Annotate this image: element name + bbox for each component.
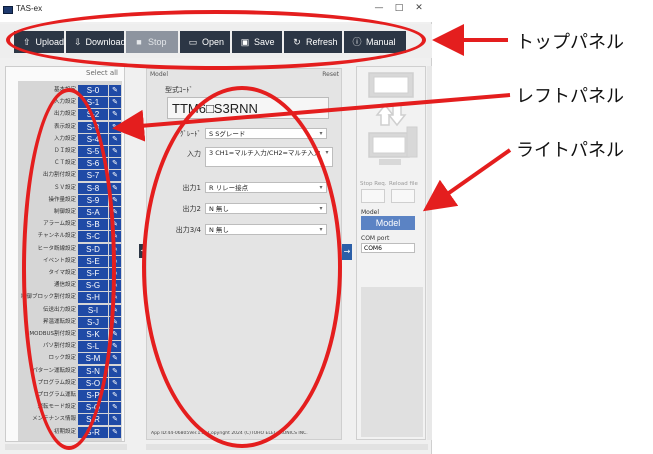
settings-code-button[interactable]: S-0 bbox=[78, 85, 108, 96]
screenshot-stage: TAS-ex — □ ✕ ⇧ Upload ⇩ Download ■ Stop … bbox=[0, 0, 653, 454]
com-port-select[interactable]: COM6 bbox=[361, 243, 415, 253]
main-horizontal-scrollbar[interactable] bbox=[146, 444, 428, 450]
edit-icon[interactable]: ✎ bbox=[109, 426, 121, 438]
edit-icon[interactable]: ✎ bbox=[109, 146, 121, 157]
edit-icon[interactable]: ✎ bbox=[109, 97, 121, 109]
edit-icon[interactable]: ✎ bbox=[109, 365, 121, 377]
stop-request-toggle[interactable] bbox=[361, 189, 385, 203]
select-all-label[interactable]: Select all bbox=[6, 67, 124, 79]
close-button[interactable]: ✕ bbox=[412, 3, 426, 13]
edit-icon[interactable]: ✎ bbox=[109, 121, 121, 133]
edit-icon[interactable]: ✎ bbox=[109, 133, 121, 145]
reload-file-toggle[interactable] bbox=[391, 189, 415, 203]
left-panel-annotation: レフトパネル bbox=[516, 86, 624, 107]
left-panel-highlight bbox=[22, 88, 116, 450]
model-code-caption: 型式ｺｰﾄﾞ bbox=[165, 86, 193, 94]
model-button[interactable]: Model bbox=[361, 216, 415, 230]
transfer-diagram-icon bbox=[368, 72, 418, 165]
center-panel-title: Model bbox=[150, 71, 169, 78]
top-panel-annotation: トップパネル bbox=[516, 32, 624, 53]
expand-right-button[interactable]: → bbox=[342, 244, 352, 260]
top-panel-highlight bbox=[6, 10, 426, 70]
app-icon bbox=[3, 6, 13, 14]
reset-link[interactable]: Reset bbox=[322, 71, 339, 78]
edit-icon[interactable]: ✎ bbox=[109, 377, 121, 389]
minimize-button[interactable]: — bbox=[372, 3, 386, 13]
right-panel-arrow bbox=[422, 148, 512, 212]
main-vertical-scrollbar[interactable] bbox=[427, 66, 432, 440]
edit-icon[interactable]: ✎ bbox=[109, 390, 121, 401]
chevron-down-icon: ▾ bbox=[325, 149, 329, 156]
com-port-label: COM port bbox=[361, 235, 390, 242]
model-section-label: Model bbox=[361, 209, 380, 216]
edit-icon[interactable]: ✎ bbox=[109, 353, 121, 365]
reload-file-label: Reload file bbox=[389, 181, 418, 187]
maximize-button[interactable]: □ bbox=[392, 3, 406, 13]
chevron-down-icon: ▾ bbox=[319, 130, 323, 137]
right-panel-annotation: ライトパネル bbox=[516, 140, 624, 161]
edit-icon[interactable]: ✎ bbox=[109, 402, 121, 414]
stop-request-label: Stop Req. bbox=[360, 181, 387, 187]
right-lower-area bbox=[361, 287, 423, 437]
edit-icon[interactable]: ✎ bbox=[109, 109, 121, 121]
edit-icon[interactable]: ✎ bbox=[109, 414, 121, 426]
edit-icon[interactable]: ✎ bbox=[109, 85, 121, 96]
window-title: TAS-ex bbox=[16, 4, 43, 13]
edit-icon[interactable]: ✎ bbox=[109, 158, 121, 170]
center-panel-highlight bbox=[142, 86, 342, 448]
edit-icon[interactable]: ✎ bbox=[109, 170, 121, 182]
com-port-value: COM6 bbox=[364, 245, 382, 252]
right-panel: Stop Req. Reload file Model Model COM po… bbox=[356, 66, 426, 440]
